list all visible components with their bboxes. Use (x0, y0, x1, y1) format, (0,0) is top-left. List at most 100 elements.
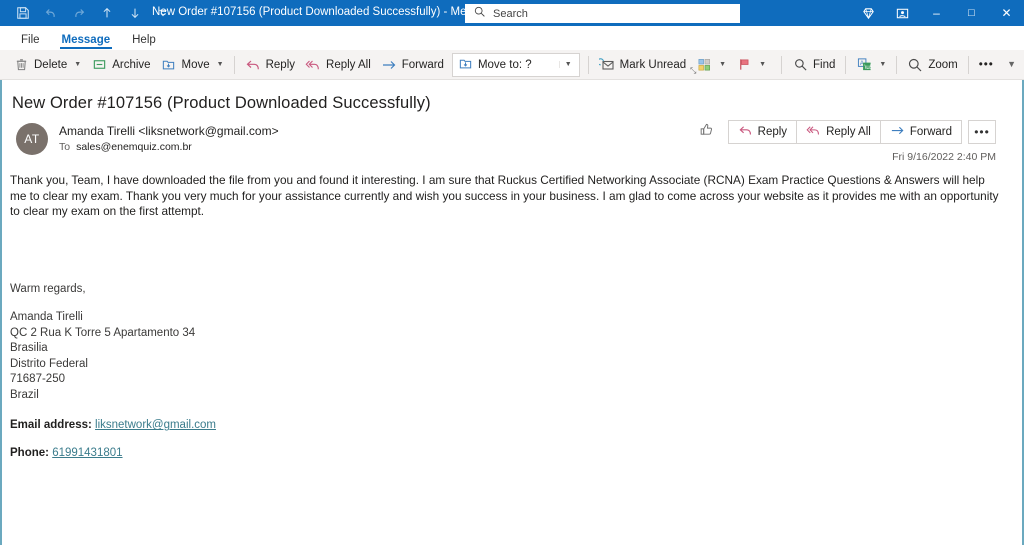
toolbar-divider (896, 55, 898, 74)
tab-help[interactable]: Help (121, 32, 167, 50)
categorize-button[interactable]: ▼ (691, 53, 731, 77)
message-timestamp: Fri 9/16/2022 2:40 PM (892, 151, 996, 163)
mark-unread-icon (598, 57, 615, 73)
more-commands-button[interactable]: ••• (974, 53, 999, 77)
forward-button[interactable]: Forward (881, 121, 961, 143)
toolbar-divider (845, 55, 847, 74)
save-icon[interactable] (10, 2, 36, 24)
move-button[interactable]: Move ▼ (156, 53, 229, 77)
find-icon (792, 57, 808, 73)
chevron-down-icon[interactable]: ▼ (879, 61, 886, 68)
reply-all-icon (305, 57, 321, 73)
archive-label: Archive (112, 58, 151, 71)
translate-icon: A\u5b57 (856, 57, 872, 73)
translate-button[interactable]: A\u5b57 ▼ (851, 53, 891, 77)
close-button[interactable]: ✕ (989, 0, 1024, 26)
move-to-icon (458, 56, 473, 74)
redo-icon[interactable] (66, 2, 92, 24)
find-button[interactable]: Find (787, 53, 840, 77)
move-folder-icon (161, 57, 177, 73)
ribbon-toolbar: Delete ▼ Archive Move ▼ Reply Reply All … (0, 50, 1024, 80)
previous-item-icon[interactable] (94, 2, 120, 24)
signature-closing: Warm regards, (10, 282, 86, 295)
sender-name-and-address[interactable]: Amanda Tirelli <liksnetwork@gmail.com> (59, 124, 279, 138)
reply-label: Reply (265, 58, 296, 71)
dialog-box-launcher-icon[interactable]: ⤡ (690, 66, 696, 76)
zoom-label: Zoom (928, 58, 958, 71)
message-body: Thank you, Team, I have downloaded the f… (2, 155, 1022, 459)
reply-button[interactable]: Reply (729, 121, 798, 143)
minimize-button[interactable]: – (919, 0, 954, 26)
message-header: AT Amanda Tirelli <liksnetwork@gmail.com… (2, 113, 1022, 163)
title-bar: New Order #107156 (Product Downloaded Su… (0, 0, 1024, 26)
tab-file[interactable]: File (10, 32, 51, 50)
reply-icon (738, 123, 753, 141)
chevron-down-icon[interactable]: ▼ (719, 61, 726, 68)
mark-unread-button[interactable]: Mark Unread (594, 53, 691, 77)
email-address-link[interactable]: liksnetwork@gmail.com (95, 419, 216, 431)
zoom-icon (907, 57, 923, 73)
archive-icon (91, 57, 107, 73)
zoom-button[interactable]: Zoom (902, 53, 962, 77)
account-icon[interactable] (885, 0, 919, 26)
maximize-button[interactable]: □ (954, 0, 989, 26)
message-subject: New Order #107156 (Product Downloaded Su… (12, 94, 431, 112)
chevron-down-icon[interactable]: ▼ (74, 61, 81, 68)
forward-label: Forward (401, 58, 444, 71)
follow-up-flag-button[interactable]: ▼ (731, 53, 771, 77)
reply-all-label: Reply All (826, 126, 871, 138)
signature-line: Distrito Federal (10, 357, 88, 370)
svg-text:\u5b57: \u5b57 (864, 64, 872, 71)
chevron-down-icon[interactable]: ▼ (558, 61, 577, 68)
forward-icon (381, 57, 397, 73)
signature-gap (10, 297, 1002, 310)
move-to-gallery[interactable]: Move to: ? ▼ (451, 52, 580, 77)
quick-access-toolbar (0, 2, 176, 24)
more-commands-icon: ••• (978, 58, 994, 71)
avatar: AT (16, 123, 48, 155)
to-recipient[interactable]: sales@enemquiz.com.br (76, 141, 192, 153)
collapse-ribbon-icon[interactable]: ▼ (1007, 59, 1016, 69)
archive-button[interactable]: Archive (86, 53, 155, 77)
forward-button[interactable]: Forward (376, 53, 449, 77)
next-item-icon[interactable] (122, 2, 148, 24)
ribbon-tabs: File Message Help (0, 26, 1024, 50)
reply-button[interactable]: Reply (240, 53, 300, 77)
signature-line: 71687-250 (10, 373, 65, 386)
more-actions-button[interactable]: ••• (968, 120, 996, 144)
chevron-down-icon[interactable]: ▼ (217, 61, 224, 68)
reply-icon (245, 57, 261, 73)
undo-icon[interactable] (38, 2, 64, 24)
reply-all-label: Reply All (326, 58, 371, 71)
search-input[interactable]: Search (465, 4, 740, 23)
like-button[interactable] (692, 120, 722, 144)
mark-unread-label: Mark Unread (619, 58, 687, 71)
chevron-down-icon[interactable]: ▼ (759, 61, 766, 68)
find-label: Find (813, 58, 836, 71)
phone-link[interactable]: 61991431801 (52, 447, 122, 459)
reading-pane: New Order #107156 (Product Downloaded Su… (0, 80, 1024, 545)
flag-icon (736, 57, 752, 73)
delete-button[interactable]: Delete ▼ (8, 53, 86, 77)
toolbar-divider (587, 55, 589, 74)
email-address-label: Email address: (10, 419, 92, 432)
forward-icon (890, 123, 905, 141)
tab-message[interactable]: Message (51, 32, 122, 50)
toolbar-divider (967, 55, 969, 74)
message-action-buttons: Reply Reply All Forward ••• (692, 120, 996, 144)
reply-all-button[interactable]: Reply All (797, 121, 881, 143)
search-placeholder: Search (493, 7, 528, 20)
reply-forward-button-group: Reply Reply All Forward (727, 120, 962, 144)
trash-icon (13, 57, 29, 73)
signature-line: Brasilia (10, 342, 48, 355)
diamond-icon[interactable] (851, 0, 885, 26)
reply-all-button[interactable]: Reply All (300, 53, 376, 77)
sender-block: Amanda Tirelli <liksnetwork@gmail.com> T… (59, 123, 279, 155)
to-label: To (59, 141, 71, 153)
toolbar-divider (781, 55, 782, 74)
reply-all-icon (806, 123, 821, 141)
search-icon (473, 5, 486, 23)
signature-block: Warm regards, Amanda Tirelli QC 2 Rua K … (10, 282, 1002, 404)
signature-line: QC 2 Rua K Torre 5 Apartamento 34 (10, 326, 196, 339)
